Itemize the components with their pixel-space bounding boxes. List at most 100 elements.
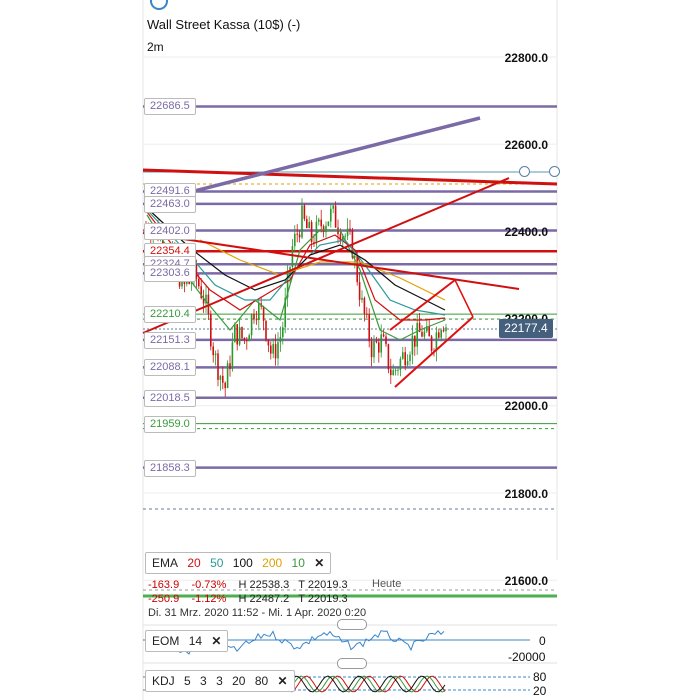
candle-body	[394, 369, 397, 371]
stats-row-2: -250.9 -1.12% H 22487.2 T 22019.3	[148, 593, 348, 605]
level-label[interactable]: 21959.0	[144, 415, 196, 433]
eom-close-icon[interactable]: ✕	[211, 634, 221, 648]
ema-close-icon[interactable]: ✕	[314, 556, 324, 570]
price-axis-label: 21600.0	[504, 574, 548, 588]
candle-body	[325, 225, 327, 233]
kdj-legend[interactable]: KDJ 5 3 3 20 80 ✕	[145, 670, 295, 692]
candle-body	[387, 344, 390, 370]
candle-body	[243, 337, 246, 341]
candle-body	[214, 353, 217, 356]
kdj-param: 5	[184, 674, 191, 688]
candle-body	[421, 331, 423, 337]
kdj-axis-label: 80	[533, 670, 547, 684]
kdj-param: 80	[254, 674, 269, 688]
candle-body	[440, 330, 442, 338]
panel-resize-handle[interactable]	[337, 619, 367, 630]
candle-body	[358, 282, 361, 300]
candle-body	[368, 314, 370, 342]
trendline	[142, 177, 510, 334]
candle-body	[217, 353, 219, 380]
chart-app: Wall Street Kassa (10$) (-) 2m 22800.0 2…	[0, 0, 700, 700]
panel-resize-handle[interactable]	[337, 658, 367, 669]
candle-body	[253, 314, 255, 320]
candle-body	[397, 369, 399, 371]
trendline	[454, 279, 474, 318]
price-chart[interactable]	[0, 0, 700, 700]
candle-body	[411, 335, 414, 355]
candle-body	[334, 205, 337, 228]
candle-body	[373, 341, 375, 358]
eom-name: EOM	[152, 634, 180, 648]
level-label[interactable]: 22402.0	[144, 222, 196, 240]
candle-body	[346, 228, 349, 236]
candle-body	[224, 382, 226, 389]
candle-body	[327, 221, 330, 226]
candle-body	[248, 335, 250, 342]
candle-body	[234, 324, 236, 343]
eom-axis-label: 0	[539, 634, 546, 648]
candle-body	[332, 205, 334, 209]
ema-period-200: 200	[262, 556, 283, 570]
candle-body	[416, 322, 418, 347]
high-value: H 22538.3	[238, 579, 290, 591]
change-value: -163.9	[148, 579, 180, 591]
candle-body	[363, 297, 366, 314]
ema-period-10: 10	[291, 556, 305, 570]
candle-body	[404, 352, 406, 366]
candle-body	[188, 281, 190, 284]
heute-label: Heute	[372, 578, 402, 590]
eom-param: 14	[188, 634, 203, 648]
candle-body	[258, 303, 260, 320]
low-value: T 22019.3	[298, 579, 348, 591]
level-label[interactable]: 22686.5	[144, 98, 196, 116]
candle-body	[366, 313, 368, 315]
kdj-param: 3	[216, 674, 223, 688]
ema-legend[interactable]: EMA 20 50 100 200 10 ✕	[145, 552, 332, 574]
candle-body	[219, 375, 222, 380]
level-label[interactable]: 22463.0	[144, 195, 196, 213]
candle-body	[250, 314, 253, 336]
kdj-name: KDJ	[152, 674, 175, 688]
candle-body	[210, 313, 212, 347]
price-axis-label: 22400.0	[504, 225, 548, 239]
level-label[interactable]: 22210.4	[144, 306, 196, 324]
candle-body	[375, 341, 378, 343]
kdj-close-icon[interactable]: ✕	[278, 674, 288, 688]
candle-body	[267, 339, 270, 346]
candle-body	[241, 327, 243, 338]
level-label[interactable]: 21858.3	[144, 459, 196, 477]
candle-body	[270, 345, 272, 354]
candle-body	[361, 297, 363, 300]
candle-body	[262, 306, 265, 321]
level-label[interactable]: 22151.3	[144, 331, 196, 349]
candle-body	[272, 344, 274, 354]
candle-body	[291, 246, 294, 267]
candle-body	[212, 346, 214, 356]
ema-period-50: 50	[210, 556, 224, 570]
candle-body	[409, 354, 411, 362]
level-label[interactable]: 22303.6	[144, 265, 196, 283]
candle-body	[306, 218, 308, 229]
drag-handle-icon[interactable]	[549, 166, 560, 177]
candle-body	[296, 233, 298, 235]
drag-handle-icon[interactable]	[519, 166, 530, 177]
price-axis-label: 22800.0	[504, 51, 548, 65]
level-label[interactable]: 22018.5	[144, 389, 196, 407]
candle-body	[274, 344, 277, 359]
kdj-axis-label: 20	[533, 684, 547, 698]
candle-body	[198, 278, 200, 287]
candle-body	[378, 342, 380, 353]
candle-body	[265, 320, 267, 340]
candle-body	[308, 221, 310, 229]
level-label[interactable]: 22088.1	[144, 359, 196, 377]
candle-body	[438, 332, 440, 338]
candle-body	[445, 327, 447, 332]
candle-body	[380, 334, 382, 353]
candle-body	[277, 342, 279, 359]
low-value: T 22019.3	[298, 593, 348, 605]
ema-period-20: 20	[187, 556, 201, 570]
candle-body	[238, 327, 241, 345]
change-percent: -0.73%	[191, 579, 227, 591]
eom-legend[interactable]: EOM 14 ✕	[145, 630, 229, 652]
candle-body	[390, 369, 392, 376]
